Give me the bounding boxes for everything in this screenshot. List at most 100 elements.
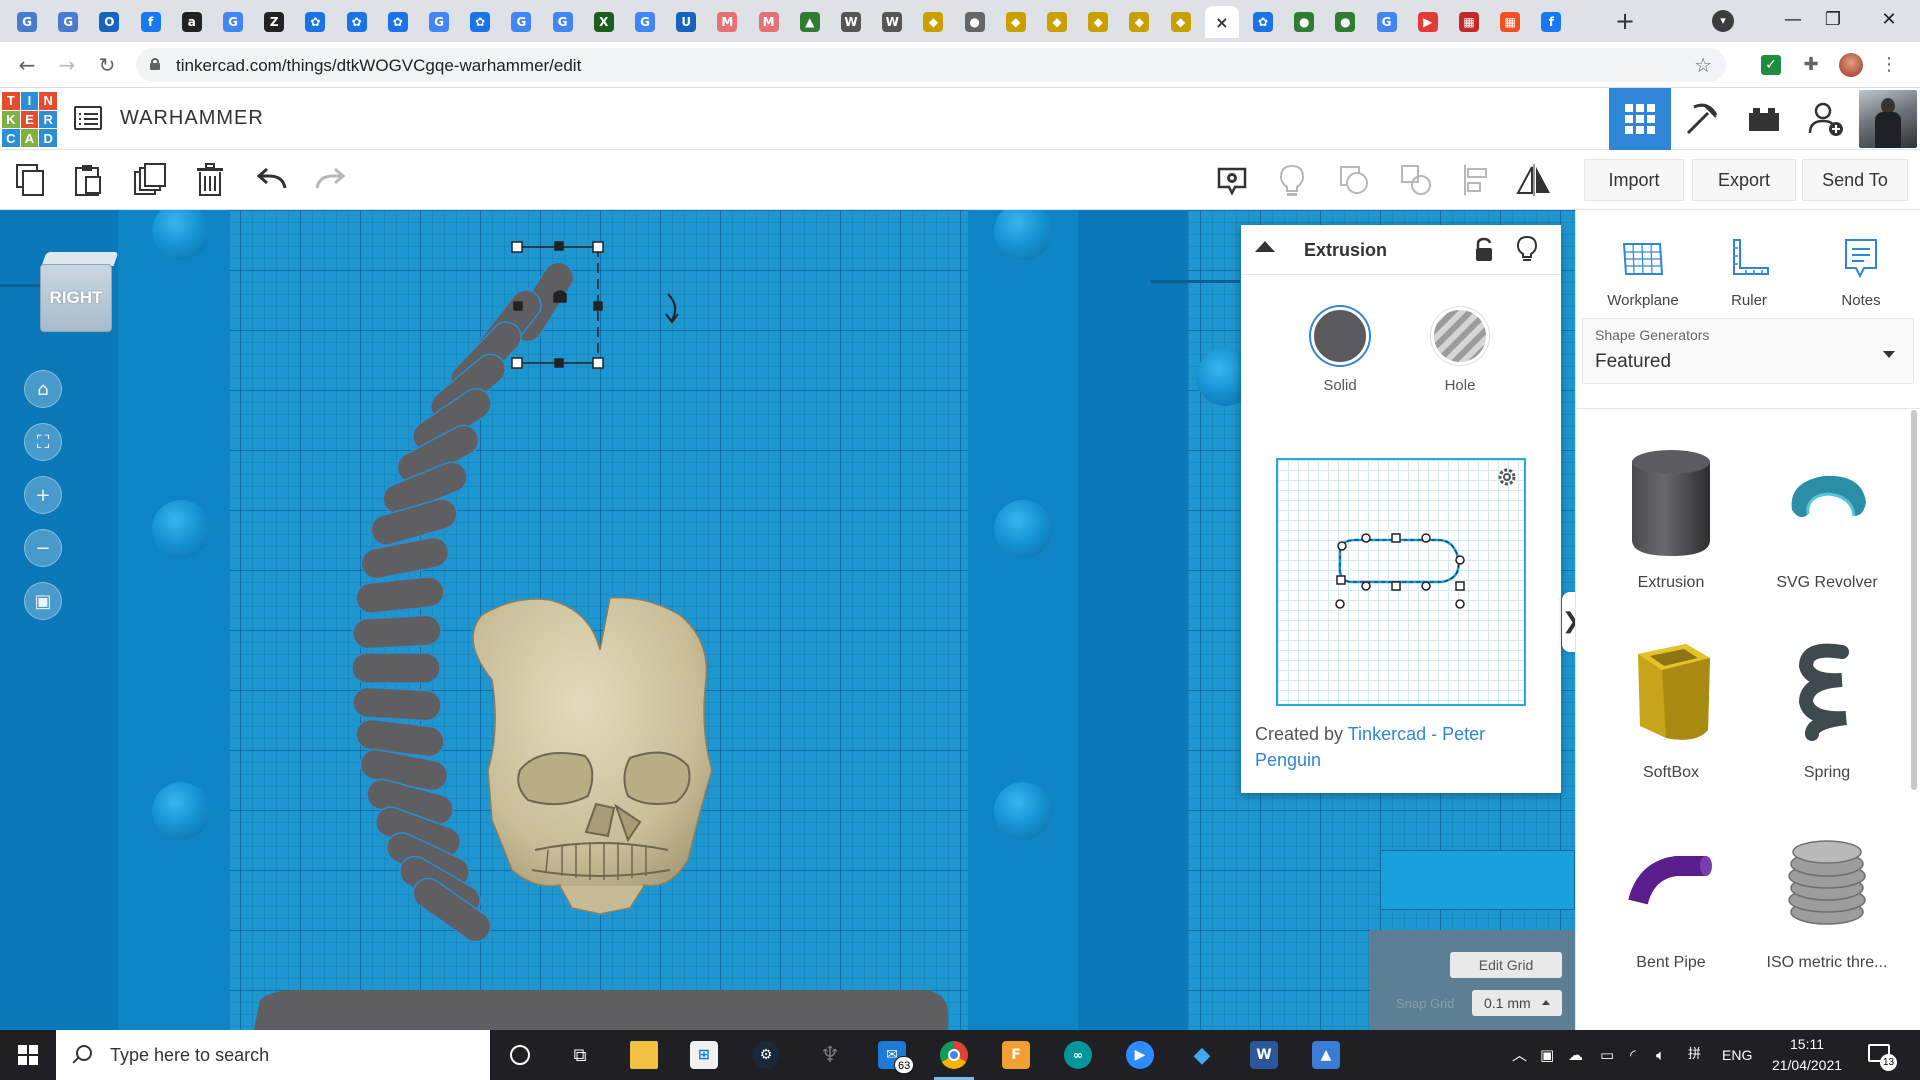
browser-tab[interactable]: G (10, 6, 44, 38)
wifi-icon[interactable]: ◜ (1630, 1030, 1636, 1080)
browser-tab[interactable]: ▶ (1411, 6, 1445, 38)
browser-tab[interactable]: G (216, 6, 250, 38)
hide-shape-icon[interactable] (1516, 235, 1538, 263)
ruler-button[interactable]: Ruler (1694, 222, 1804, 309)
browser-tab[interactable]: ◆ (1081, 6, 1115, 38)
user-avatar[interactable] (1857, 88, 1919, 150)
browser-tab[interactable]: U (669, 6, 703, 38)
maximize-button[interactable]: ❐ (1810, 4, 1856, 36)
taskbar-app-mail[interactable]: ✉ 63 (866, 1030, 918, 1080)
close-tab-icon[interactable]: × (1212, 12, 1232, 32)
new-tab-button[interactable]: + (1610, 6, 1640, 36)
bricks-view-button[interactable] (1733, 88, 1795, 150)
input-method-icon[interactable]: 拼 (1688, 1030, 1701, 1080)
duplicate-button[interactable] (130, 160, 170, 200)
tab-search-button[interactable]: ▾ (1712, 10, 1734, 32)
back-button[interactable]: ← (12, 50, 42, 80)
taskbar-app-chrome[interactable] (928, 1030, 980, 1080)
shape-item-bent-pipe[interactable]: Bent Pipe (1596, 812, 1746, 992)
tinkercad-logo[interactable]: TIN KER CAD (2, 92, 57, 147)
browser-tab[interactable]: ◆ (999, 6, 1033, 38)
collapse-inspector-icon[interactable] (1255, 241, 1275, 252)
warhammer-model[interactable] (0, 210, 1000, 1030)
reload-button[interactable]: ↻ (92, 50, 122, 80)
browser-tab[interactable]: ◆ (1122, 6, 1156, 38)
browser-tab[interactable]: ✿ (298, 6, 332, 38)
browser-tab[interactable]: M (752, 6, 786, 38)
sphere-shape[interactable] (994, 782, 1052, 840)
browser-tab[interactable]: f (134, 6, 168, 38)
browser-tab[interactable]: ▦ (1493, 6, 1527, 38)
show-all-button[interactable] (1272, 160, 1312, 200)
invite-user-button[interactable] (1795, 88, 1857, 150)
browser-tab[interactable]: ● (1287, 6, 1321, 38)
start-button[interactable] (0, 1030, 56, 1080)
shape-item-iso-metric-thread[interactable]: ISO metric thre... (1752, 812, 1902, 992)
browser-tab[interactable]: W (875, 6, 909, 38)
ungroup-button[interactable] (1396, 160, 1436, 200)
copy-button[interactable] (10, 160, 50, 200)
browser-tab[interactable]: ◆ (916, 6, 950, 38)
taskbar-app-zoom[interactable]: ▶ (1114, 1030, 1166, 1080)
browser-tab[interactable]: ● (958, 6, 992, 38)
browser-tab[interactable]: X (587, 6, 621, 38)
browser-tab[interactable]: ✿ (1246, 6, 1280, 38)
shape-item-svg-revolver[interactable]: SVG Revolver (1752, 432, 1902, 612)
browser-tab[interactable]: ◆ (1040, 6, 1074, 38)
delete-button[interactable] (190, 160, 230, 200)
tray-app-icon[interactable]: ▣ (1540, 1030, 1554, 1080)
undo-button[interactable] (252, 160, 292, 200)
volume-icon[interactable]: 🔈︎ (1656, 1030, 1665, 1080)
browser-tab[interactable]: a (175, 6, 209, 38)
system-clock[interactable]: 15:11 21/04/2021 (1768, 1034, 1846, 1076)
browser-tab-active[interactable]: × (1204, 6, 1239, 38)
url-bar[interactable]: tinkercad.com/things/dtkWOGVCgqe-warhamm… (136, 48, 1726, 82)
hole-swatch[interactable] (1431, 307, 1489, 365)
browser-tab[interactable]: M (710, 6, 744, 38)
battery-icon[interactable]: ▭ (1600, 1030, 1614, 1080)
home-view-button[interactable]: ⌂ (24, 370, 62, 408)
notes-button[interactable]: Notes (1806, 222, 1916, 309)
browser-tab[interactable]: ✿ (463, 6, 497, 38)
show-hidden-icons[interactable]: ︿ (1512, 1030, 1527, 1080)
windows-search-box[interactable]: Type here to search (56, 1030, 490, 1080)
language-indicator[interactable]: ENG (1722, 1030, 1752, 1080)
browser-tab[interactable]: ✿ (381, 6, 415, 38)
notes-tool-button[interactable] (1212, 160, 1252, 200)
taskbar-app-arduino[interactable]: ∞ (1052, 1030, 1104, 1080)
browser-tab[interactable]: O (92, 6, 126, 38)
browser-tab[interactable]: G (422, 6, 456, 38)
shape-item-spring[interactable]: Spring (1752, 622, 1902, 802)
cortana-button[interactable] (494, 1030, 546, 1080)
shape-item-softbox[interactable]: SoftBox (1596, 622, 1746, 802)
browser-tab[interactable]: Z (257, 6, 291, 38)
blocks-view-button[interactable] (1671, 88, 1733, 150)
taskbar-app-fusion[interactable]: F (990, 1030, 1042, 1080)
shapes-scrollbar[interactable] (1911, 410, 1917, 790)
bookmark-star-icon[interactable]: ☆ (1694, 53, 1712, 77)
export-button[interactable]: Export (1692, 159, 1796, 201)
browser-tab[interactable]: G (51, 6, 85, 38)
browser-tab[interactable]: G (628, 6, 662, 38)
workplane-button[interactable]: Workplane (1588, 222, 1698, 309)
browser-tab[interactable]: ● (1328, 6, 1362, 38)
view-cube-face[interactable]: RIGHT (40, 264, 112, 332)
editor-settings-gear-icon[interactable] (1496, 466, 1518, 488)
lock-shape-icon[interactable] (1473, 237, 1495, 263)
solid-color-swatch[interactable] (1311, 307, 1369, 365)
browser-tab[interactable]: G (504, 6, 538, 38)
send-to-button[interactable]: Send To (1802, 159, 1908, 201)
edit-grid-button[interactable]: Edit Grid (1450, 952, 1562, 978)
redo-button[interactable] (310, 160, 350, 200)
browser-tab[interactable]: G (1370, 6, 1404, 38)
notification-center-button[interactable]: 13 (1866, 1040, 1897, 1071)
taskbar-app-file-explorer[interactable] (618, 1030, 670, 1080)
task-view-button[interactable]: ⧉ (554, 1030, 606, 1080)
projection-toggle-button[interactable]: ▣ (24, 582, 62, 620)
browser-tab[interactable]: ◆ (1164, 6, 1198, 38)
browser-menu-icon[interactable]: ⋮ (1874, 50, 1904, 80)
browser-tab[interactable]: ✿ (340, 6, 374, 38)
design-menu-icon[interactable] (74, 106, 102, 130)
browser-tab[interactable]: W (834, 6, 868, 38)
onedrive-icon[interactable]: ☁ (1568, 1030, 1583, 1080)
